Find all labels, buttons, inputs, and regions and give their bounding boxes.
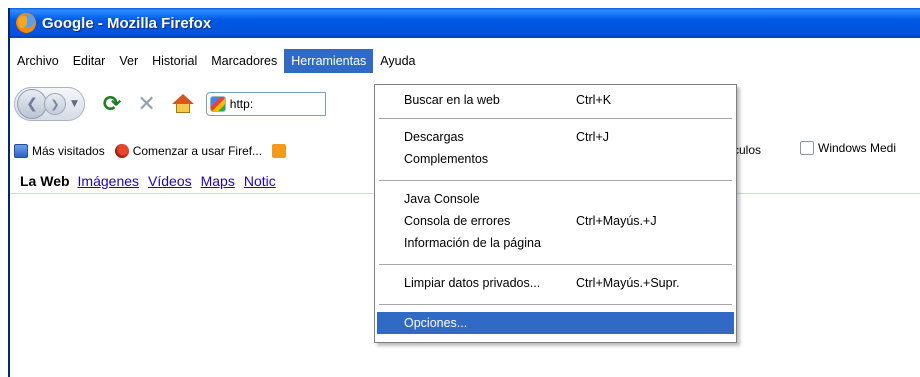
- menu-item-buscar-web[interactable]: Buscar en la web Ctrl+K: [377, 89, 734, 111]
- stop-icon[interactable]: ✕: [137, 92, 155, 117]
- menu-item-limpiar-datos[interactable]: Limpiar datos privados... Ctrl+Mayús.+Su…: [377, 272, 734, 294]
- firefox-icon: [114, 144, 129, 158]
- menu-item-shortcut: Ctrl+J: [576, 130, 609, 144]
- menu-item-opciones[interactable]: Opciones...: [377, 312, 734, 334]
- history-dropdown-icon[interactable]: ▼: [71, 99, 78, 109]
- menu-item-shortcut: Ctrl+K: [576, 93, 612, 107]
- back-forward-group: ❮ ❯ ▼: [14, 87, 85, 121]
- menu-separator: [379, 180, 732, 181]
- tools-menu: Buscar en la web Ctrl+K Descargas Ctrl+J…: [374, 84, 737, 343]
- bookmark-windows-media[interactable]: Windows Medi: [800, 141, 896, 155]
- star-icon: [14, 144, 28, 158]
- bookmark-rss[interactable]: [272, 144, 290, 158]
- menu-separator: [379, 118, 732, 119]
- url-text[interactable]: http:: [230, 97, 253, 111]
- page-icon: [800, 141, 814, 155]
- menu-item-label: Opciones...: [404, 316, 468, 330]
- rss-icon: [272, 144, 287, 158]
- forward-icon: ❯: [50, 97, 60, 111]
- google-link-maps[interactable]: Maps: [201, 173, 235, 189]
- forward-button[interactable]: ❯: [44, 93, 66, 115]
- menu-item-consola-errores[interactable]: Consola de errores Ctrl+Mayús.+J: [377, 210, 734, 232]
- menu-historial[interactable]: Historial: [145, 49, 204, 73]
- menu-item-java-console[interactable]: Java Console: [377, 188, 734, 210]
- browser-window: Google - Mozilla Firefox Archivo Editar …: [8, 8, 920, 377]
- back-button[interactable]: ❮: [17, 89, 47, 119]
- menu-separator: [379, 264, 732, 265]
- google-link-videos[interactable]: Vídeos: [148, 173, 192, 189]
- bookmark-mas-visitados[interactable]: Más visitados: [14, 144, 105, 158]
- bookmark-label: Windows Medi: [818, 141, 897, 155]
- menu-item-label: Descargas: [404, 130, 464, 144]
- menu-ver[interactable]: Ver: [112, 49, 145, 73]
- site-favicon[interactable]: [209, 96, 226, 112]
- menu-item-label: Consola de errores: [404, 214, 511, 228]
- menu-item-complementos[interactable]: Complementos: [377, 148, 734, 170]
- window-title: Google - Mozilla Firefox: [42, 14, 212, 32]
- menu-item-shortcut: Ctrl+Mayús.+Supr.: [576, 276, 680, 290]
- menu-archivo[interactable]: Archivo: [10, 49, 66, 73]
- menu-item-label: Limpiar datos privados...: [404, 276, 541, 290]
- bookmark-label: Comenzar a usar Firef...: [132, 144, 263, 158]
- menu-item-shortcut: Ctrl+Mayús.+J: [576, 214, 657, 228]
- google-link-noticias[interactable]: Notic: [244, 173, 276, 189]
- reload-icon[interactable]: ⟳: [103, 92, 121, 117]
- menu-item-label: Buscar en la web: [404, 93, 500, 107]
- bookmark-label: Más visitados: [32, 144, 105, 158]
- menu-separator: [379, 304, 732, 305]
- menu-item-descargas[interactable]: Descargas Ctrl+J: [377, 126, 734, 148]
- bookmark-comenzar[interactable]: Comenzar a usar Firef...: [114, 144, 263, 158]
- menu-ayuda[interactable]: Ayuda: [373, 49, 422, 73]
- menu-item-label: Información de la página: [404, 236, 541, 250]
- google-link-imagenes[interactable]: Imágenes: [78, 173, 139, 189]
- title-bar[interactable]: Google - Mozilla Firefox: [10, 8, 920, 38]
- menu-item-info-pagina[interactable]: Información de la página: [377, 232, 734, 254]
- menu-herramientas[interactable]: Herramientas: [284, 49, 374, 73]
- menu-bar: Archivo Editar Ver Historial Marcadores …: [10, 48, 920, 74]
- url-bar[interactable]: http:: [205, 92, 326, 116]
- menu-editar[interactable]: Editar: [66, 49, 113, 73]
- menu-marcadores[interactable]: Marcadores: [204, 49, 284, 73]
- menu-item-label: Complementos: [404, 152, 489, 166]
- google-nav-title: La Web: [20, 172, 70, 189]
- back-icon: ❮: [26, 96, 38, 112]
- home-icon[interactable]: [171, 93, 194, 115]
- menu-item-label: Java Console: [404, 192, 480, 206]
- firefox-logo-icon: [16, 13, 36, 33]
